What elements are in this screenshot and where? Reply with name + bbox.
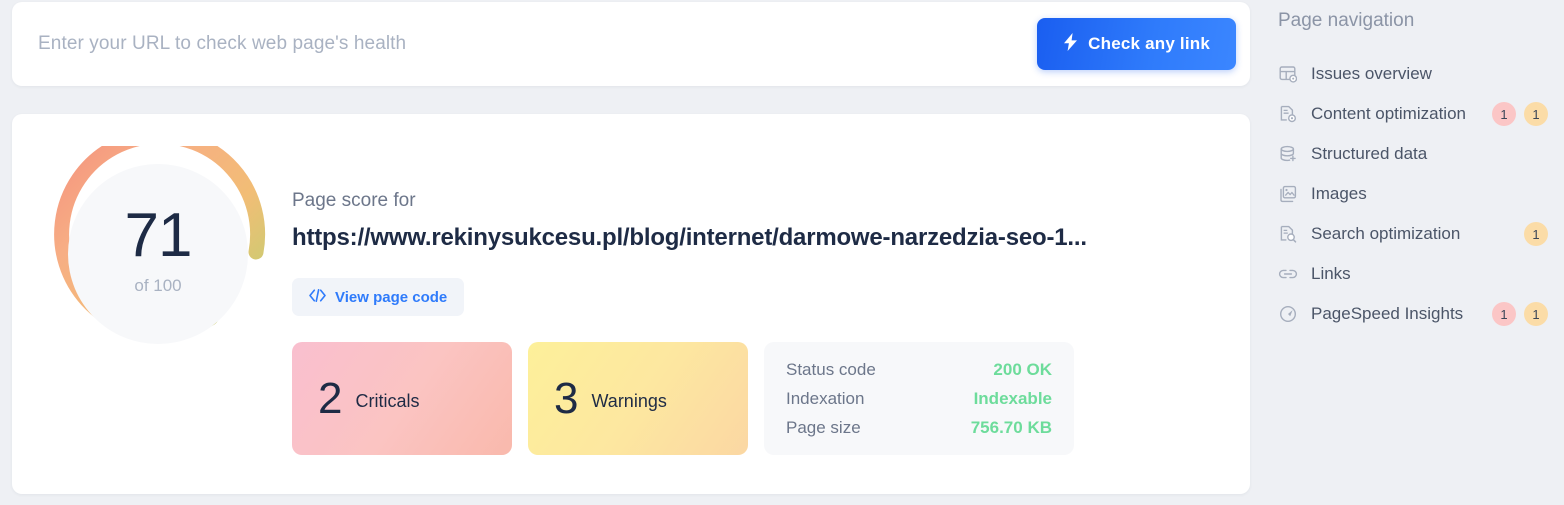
criticals-count: 2 xyxy=(318,373,343,423)
badge-warning: 1 xyxy=(1524,222,1548,246)
badge-warning: 1 xyxy=(1524,302,1548,326)
bolt-icon xyxy=(1063,32,1079,56)
nav-label: Content optimization xyxy=(1311,104,1466,123)
warnings-label: Warnings xyxy=(591,390,667,411)
page-url: https://www.rekinysukcesu.pl/blog/intern… xyxy=(292,224,1087,251)
check-any-link-label: Check any link xyxy=(1088,34,1210,53)
nav-label: Issues overview xyxy=(1311,64,1432,83)
fact-row: Indexation Indexable xyxy=(786,389,1052,409)
indexation-value: Indexable xyxy=(973,389,1052,408)
summary-tiles: 2 Criticals 3 Warnings Status code 200 O… xyxy=(292,342,1074,455)
nav-item-search-optimization[interactable]: Search optimization 1 xyxy=(1278,214,1564,254)
fact-row: Status code 200 OK xyxy=(786,360,1052,380)
criticals-tile[interactable]: 2 Criticals xyxy=(292,342,512,455)
nav-item-images[interactable]: Images xyxy=(1278,174,1564,214)
database-plus-icon xyxy=(1278,144,1298,164)
nav-label: Links xyxy=(1311,264,1351,283)
score-donut: 71 of 100 xyxy=(50,146,266,362)
badge-warning: 1 xyxy=(1524,102,1548,126)
status-code-value: 200 OK xyxy=(993,360,1052,379)
nav-item-issues-overview[interactable]: Issues overview xyxy=(1278,54,1564,94)
layout-eye-icon xyxy=(1278,64,1298,84)
document-gear-icon xyxy=(1278,104,1298,124)
page-health-report: Check any link xyxy=(0,0,1564,505)
page-navigation-title: Page navigation xyxy=(1278,10,1415,31)
nav-badges: 1 1 xyxy=(1492,302,1548,326)
nav-item-structured-data[interactable]: Structured data xyxy=(1278,134,1564,174)
document-search-icon xyxy=(1278,224,1298,244)
nav-label: Search optimization xyxy=(1311,224,1461,243)
badge-critical: 1 xyxy=(1492,102,1516,126)
score-value: 71 xyxy=(124,201,193,271)
page-score-card: 71 of 100 Page score for https://www.rek… xyxy=(12,114,1250,494)
warnings-tile[interactable]: 3 Warnings xyxy=(528,342,748,455)
nav-label: PageSpeed Insights xyxy=(1311,304,1464,323)
gauge-icon xyxy=(1278,304,1298,324)
score-max-label: of 100 xyxy=(134,275,182,295)
link-icon xyxy=(1278,264,1298,284)
nav-badges: 1 xyxy=(1524,222,1548,246)
main-column: Check any link xyxy=(0,0,1264,505)
image-icon xyxy=(1278,184,1298,204)
score-donut-center: 71 of 100 xyxy=(68,164,248,344)
page-size-value: 756.70 KB xyxy=(970,418,1052,437)
fact-row: Page size 756.70 KB xyxy=(786,418,1052,438)
url-input[interactable] xyxy=(36,32,1038,56)
status-code-label: Status code xyxy=(786,360,876,379)
indexation-label: Indexation xyxy=(786,389,865,408)
nav-label: Images xyxy=(1311,184,1367,203)
page-size-label: Page size xyxy=(786,418,861,437)
check-any-link-button[interactable]: Check any link xyxy=(1037,18,1236,70)
nav-item-content-optimization[interactable]: Content optimization 1 1 xyxy=(1278,94,1564,134)
page-navigation: Page navigation Issues overview Content … xyxy=(1264,0,1564,505)
nav-item-links[interactable]: Links xyxy=(1278,254,1564,294)
criticals-label: Criticals xyxy=(355,390,420,411)
code-icon xyxy=(309,288,326,306)
nav-label: Structured data xyxy=(1311,144,1428,163)
url-check-card: Check any link xyxy=(12,2,1250,86)
nav-item-pagespeed-insights[interactable]: PageSpeed Insights 1 1 xyxy=(1278,294,1564,334)
nav-badges: 1 1 xyxy=(1492,102,1548,126)
report-details: Page score for https://www.rekinysukcesu… xyxy=(292,114,1232,494)
view-page-code-label: View page code xyxy=(335,288,448,306)
page-score-caption: Page score for xyxy=(292,190,416,211)
badge-critical: 1 xyxy=(1492,302,1516,326)
warnings-count: 3 xyxy=(554,373,579,423)
page-facts-panel: Status code 200 OK Indexation Indexable … xyxy=(764,342,1074,455)
view-page-code-button[interactable]: View page code xyxy=(292,278,465,316)
